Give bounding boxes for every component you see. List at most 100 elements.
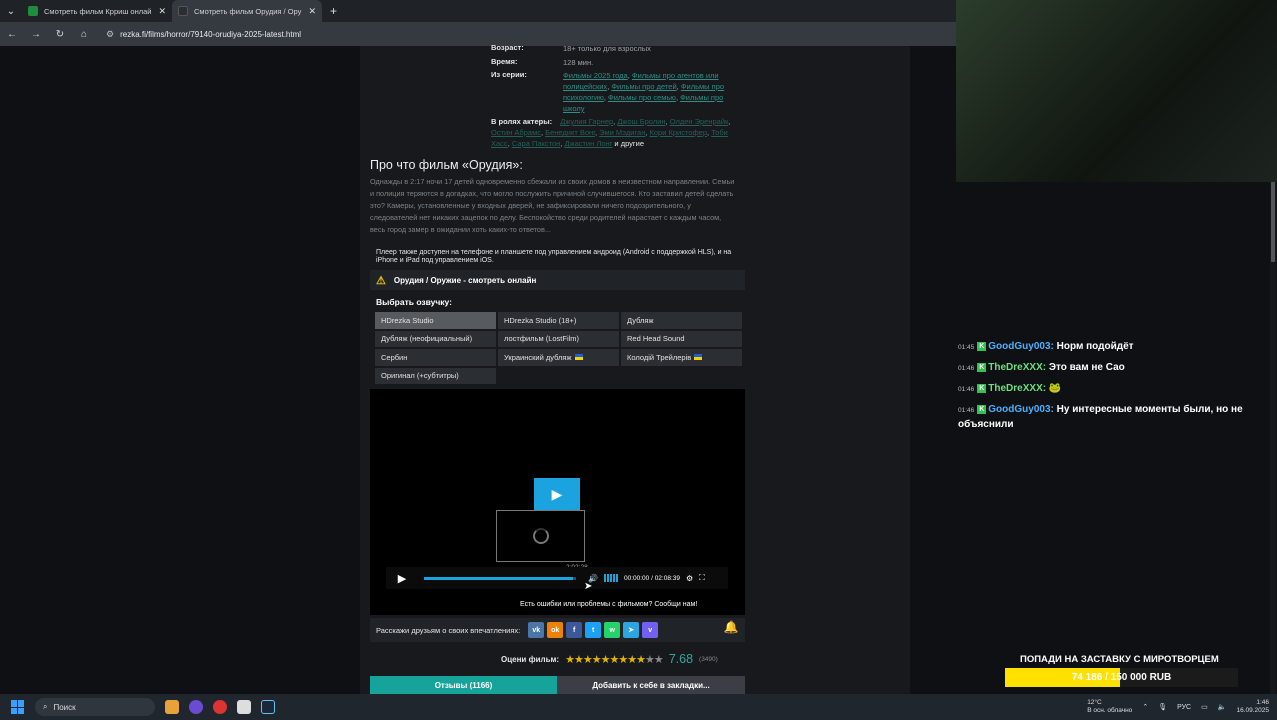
voice-option[interactable]: Украинский дубляж [498, 349, 619, 366]
report-errors-link[interactable]: Есть ошибки или проблемы с фильмом? Сооб… [520, 601, 697, 608]
voice-option[interactable]: лостфильм (LostFilm) [498, 330, 619, 347]
viber-icon[interactable]: v [642, 622, 659, 638]
about-title: Про что фильм «Орудия»: [370, 158, 523, 172]
chat-nick: GoodGuy003: [988, 404, 1054, 415]
network-icon[interactable]: ▭ [1201, 703, 1208, 711]
windows-start-icon[interactable] [11, 700, 25, 714]
player-heading: ⚠ Орудия / Оружие - смотреть онлайн [370, 270, 745, 290]
app-icon[interactable] [189, 700, 203, 714]
actor-link[interactable]: Бенедикт Вонг [545, 128, 595, 137]
ok-icon[interactable]: ok [547, 622, 564, 638]
voice-title: Выбрать озвучку: [376, 297, 452, 307]
loading-preview [496, 510, 585, 562]
taskbar-search[interactable]: ⌕ Поиск [35, 698, 155, 716]
close-icon[interactable]: ✕ [158, 6, 166, 17]
star-icon[interactable]: ★ [645, 654, 655, 666]
actor-link[interactable]: Джастин Лонг [564, 139, 612, 148]
weather-widget[interactable]: 12°C В осн. облачно [1087, 699, 1132, 715]
site-settings-icon[interactable]: ⚙ [106, 29, 114, 40]
new-tab-button[interactable]: + [322, 4, 345, 18]
bookmark-button[interactable]: Добавить к себе в закладки... [557, 676, 745, 694]
actor-link[interactable]: Джулия Гарнер [560, 117, 613, 126]
actor-link[interactable]: Сара Пакстон [512, 139, 560, 148]
series-link[interactable]: Фильмы про детей [611, 82, 676, 91]
voice-option[interactable]: Дубляж [621, 312, 742, 329]
voice-option[interactable]: Дубляж (неофициальный) [375, 330, 496, 347]
big-play-button[interactable]: ▶ [534, 478, 580, 510]
voice-option[interactable]: HDrezka Studio [375, 312, 496, 329]
app-icon[interactable] [237, 700, 251, 714]
actor-link[interactable]: Олден Эренрайк [670, 117, 729, 126]
chevron-up-icon[interactable]: ⌃ [1142, 703, 1148, 711]
whatsapp-icon[interactable]: w [604, 622, 621, 638]
voice-label: Дубляж (неофициальный) [381, 334, 473, 344]
actor-link[interactable]: Эми Мэдиган [599, 128, 645, 137]
address-bar: ← → ↻ ⌂ ⚙ rezka.fi/films/horror/79140-or… [0, 22, 956, 46]
donation-goal-bar: 74 186 / 150 000 RUB [1005, 668, 1238, 687]
actor-link[interactable]: Джош Бролин [617, 117, 665, 126]
twitter-icon[interactable]: t [585, 622, 602, 638]
scrollbar-thumb[interactable] [1271, 182, 1275, 262]
star-icon[interactable]: ★ [583, 654, 593, 666]
speaker-icon[interactable]: 🔈 [1218, 703, 1227, 711]
mic-icon[interactable]: 🎙 [1158, 703, 1167, 711]
chrome-icon[interactable] [213, 700, 227, 714]
close-icon[interactable]: ✕ [308, 6, 316, 17]
chat-text: Это вам не Сао [1048, 362, 1125, 373]
chat-message: 01:46 K GoodGuy003: Ну интересные моменты … [958, 403, 1258, 432]
forward-icon[interactable]: → [30, 29, 42, 40]
search-icon: ⌕ [43, 702, 48, 711]
star-icon[interactable]: ★ [609, 654, 619, 666]
reviews-button[interactable]: Отзывы (1166) [370, 676, 557, 694]
clock[interactable]: 1:46 16.09.2025 [1236, 699, 1269, 715]
video-player[interactable]: ▶ 2:02:28 ▶ 🔊 00:00:00 / 02:08:39 ⚙ ⛶ ➤ [370, 389, 745, 615]
star-icon[interactable]: ★ [574, 654, 584, 666]
series-link[interactable]: Фильмы 2025 года [563, 71, 628, 80]
rating-stars[interactable]: ★★★★★★★★★★★ [565, 653, 664, 666]
url-field[interactable]: ⚙ rezka.fi/films/horror/79140-orudiya-20… [106, 29, 301, 40]
facebook-icon[interactable]: f [566, 622, 583, 638]
actor-link[interactable]: Кори Кристофер [650, 128, 708, 137]
home-icon[interactable]: ⌂ [78, 29, 90, 40]
settings-icon[interactable]: ⚙ [686, 574, 693, 583]
share-bar: Расскажи друзьям о своих впечатлениях: v… [370, 618, 745, 642]
voice-option[interactable]: HDrezka Studio (18+) [498, 312, 619, 329]
bell-icon[interactable]: 🔔 [721, 620, 741, 640]
tab-krrish[interactable]: Смотреть фильм Крриш онлай ✕ [22, 0, 172, 22]
actors-list: В ролях актеры: Джулия Гарнер, Джош Брол… [491, 117, 731, 148]
play-icon[interactable]: ▶ [392, 572, 412, 585]
voice-option[interactable]: Колодій Трейлерів [621, 349, 742, 366]
volume-slider[interactable] [603, 574, 618, 582]
chat-text: Норм подойдёт [1056, 341, 1134, 352]
tab-list-button[interactable]: ⌄ [0, 0, 22, 22]
star-icon[interactable]: ★ [592, 654, 602, 666]
back-icon[interactable]: ← [6, 29, 18, 40]
goal-text: 74 186 / 150 000 RUB [1071, 672, 1172, 683]
vk-icon[interactable]: vk [528, 622, 545, 638]
actors-tail: и другие [614, 139, 645, 148]
chat-time: 01:46 [958, 365, 975, 372]
series-link[interactable]: Фильмы про семью [608, 93, 676, 102]
tab-orudiya[interactable]: Смотреть фильм Орудия / Ору ✕ [172, 0, 322, 22]
star-icon[interactable]: ★ [654, 654, 664, 666]
actor-link[interactable]: Остин Абрамс [491, 128, 541, 137]
ukraine-flag-icon [694, 354, 703, 361]
star-icon[interactable]: ★ [627, 654, 637, 666]
voice-option[interactable]: Оригинал (+субтитры) [375, 367, 496, 384]
steam-icon[interactable] [261, 700, 275, 714]
telegram-icon[interactable]: ➤ [623, 622, 640, 638]
voice-option[interactable]: Red Head Sound [621, 330, 742, 347]
progress-bar[interactable] [424, 576, 576, 580]
sheets-favicon-icon [28, 6, 38, 16]
kick-badge-icon: K [977, 341, 987, 351]
reload-icon[interactable]: ↻ [54, 29, 66, 40]
star-icon[interactable]: ★ [618, 654, 628, 666]
voice-option[interactable]: Сербин [375, 349, 496, 366]
chat-message: 01:45 K GoodGuy003: Норм подойдёт [958, 340, 1258, 355]
star-icon[interactable]: ★ [565, 654, 575, 666]
language-indicator[interactable]: РУС [1177, 704, 1191, 711]
fullscreen-icon[interactable]: ⛶ [699, 573, 705, 583]
star-icon[interactable]: ★ [636, 654, 646, 666]
explorer-icon[interactable] [165, 700, 179, 714]
page-scrollbar[interactable] [1270, 182, 1276, 694]
